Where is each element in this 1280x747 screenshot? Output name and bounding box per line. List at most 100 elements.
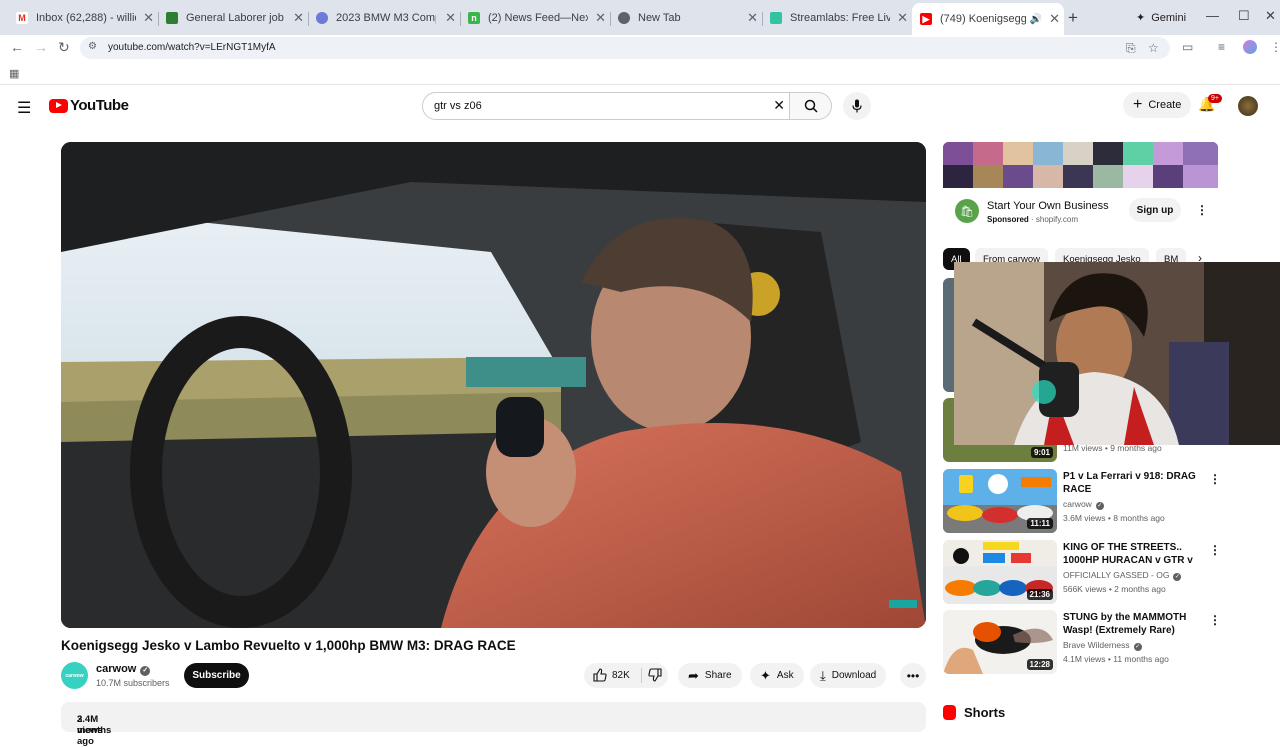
- browser-profile-icon[interactable]: [1243, 40, 1257, 54]
- rec-title[interactable]: KING OF THE STREETS.. 1000HP HURACAN v G…: [1063, 541, 1198, 567]
- plus-icon: +: [1133, 96, 1143, 113]
- ad-signup-button[interactable]: Sign up: [1129, 198, 1181, 222]
- ad-banner-image[interactable]: [943, 142, 1218, 188]
- reading-list-icon[interactable]: ≡: [1218, 40, 1225, 54]
- download-button[interactable]: ⤓ Download: [810, 663, 887, 688]
- close-icon[interactable]: ✕: [747, 10, 758, 26]
- browser-tab-youtube[interactable]: ▶ (749) Koenigsegg Jesko 🔊 ✕: [912, 3, 1064, 35]
- close-icon[interactable]: ✕: [1049, 11, 1060, 27]
- duration-badge: 12:28: [1026, 659, 1053, 670]
- speaker-icon[interactable]: 🔊: [1030, 14, 1042, 25]
- like-count: 82K: [612, 670, 630, 681]
- rec-channel[interactable]: carwow ✓: [1063, 499, 1104, 510]
- gemini-icon: ✦: [1136, 12, 1146, 24]
- rec-meta: 566K views • 2 months ago: [1063, 584, 1166, 594]
- sparkle-icon: ✦: [760, 667, 771, 683]
- ad-card[interactable]: 🛍 Start Your Own Business Sponsored · sh…: [943, 188, 1218, 235]
- account-avatar[interactable]: [1238, 96, 1258, 116]
- site-info-icon[interactable]: ⚙: [88, 41, 100, 53]
- dislike-button[interactable]: [648, 668, 662, 685]
- list-item[interactable]: 12:28 STUNG by the MAMMOTH Wasp! (Extrem…: [943, 610, 1221, 674]
- subscriber-count: 10.7M subscribers: [96, 678, 170, 688]
- browser-tab-streamlabs[interactable]: Streamlabs: Free Live Stream ✕: [762, 6, 912, 30]
- rec-channel[interactable]: Brave Wilderness ✓: [1063, 640, 1142, 651]
- more-actions-button[interactable]: •••: [900, 663, 926, 688]
- youtube-logo[interactable]: YouTube: [49, 97, 129, 114]
- browser-menu-icon[interactable]: ⋮: [1270, 40, 1280, 54]
- close-icon[interactable]: ✕: [143, 10, 154, 26]
- share-icon: ➦: [688, 667, 699, 683]
- apps-grid-icon[interactable]: ▦: [9, 67, 19, 80]
- verified-icon: ✓: [1173, 573, 1182, 581]
- thumbs-up-icon: [593, 668, 607, 682]
- create-label: Create: [1148, 99, 1182, 111]
- voice-search-button[interactable]: [843, 92, 871, 120]
- view-count: 3.4M views 2 months ago: [77, 714, 112, 747]
- menu-icon[interactable]: ☰: [17, 98, 31, 118]
- browser-tab-bmw[interactable]: 2023 BMW M3 Competition ✕: [308, 6, 460, 30]
- shopify-logo-icon: 🛍: [955, 199, 979, 223]
- install-icon[interactable]: ⎘: [1126, 41, 1136, 56]
- browser-toolbar: ← → ↻ ⚙ youtube.com/watch?v=LErNGT1MyfA …: [0, 35, 1280, 61]
- url-text: youtube.com/watch?v=LErNGT1MyfA: [108, 42, 276, 53]
- ad-menu-icon[interactable]: ⋮: [1196, 203, 1208, 217]
- list-item[interactable]: 11:11 P1 v La Ferrari v 918: DRAG RACE c…: [943, 469, 1221, 533]
- tab-label: (2) News Feed—Nextdoor: [488, 12, 588, 24]
- description-box[interactable]: 3.4M views 2 months ago: [61, 702, 926, 747]
- cast-icon[interactable]: ▭: [1182, 40, 1193, 54]
- clear-search-icon[interactable]: ✕: [773, 97, 785, 114]
- share-button[interactable]: ➦ Share: [678, 663, 742, 688]
- rec-meta: 4.1M views • 11 months ago: [1063, 654, 1169, 664]
- close-icon[interactable]: ✕: [293, 10, 304, 26]
- bookmark-star-icon[interactable]: ☆: [1148, 41, 1159, 55]
- ad-collage: [943, 142, 1218, 188]
- reload-icon[interactable]: ↻: [58, 39, 70, 56]
- like-button[interactable]: [593, 668, 607, 685]
- sponsored-label: Sponsored: [987, 215, 1029, 224]
- address-bar[interactable]: ⚙ youtube.com/watch?v=LErNGT1MyfA ⎘ ☆: [80, 37, 1170, 59]
- rec-title[interactable]: STUNG by the MAMMOTH Wasp! (Extremely Ra…: [1063, 611, 1198, 637]
- channel-name-text: carwow: [96, 663, 137, 675]
- youtube-icon: ▶: [920, 13, 932, 25]
- thumbs-down-icon: [648, 668, 662, 682]
- subscribe-button[interactable]: Subscribe: [184, 663, 249, 688]
- close-icon[interactable]: ✕: [445, 10, 456, 26]
- window-close-icon[interactable]: ✕: [1265, 8, 1276, 24]
- video-frame: [61, 142, 926, 628]
- rec-title[interactable]: P1 v La Ferrari v 918: DRAG RACE: [1063, 470, 1198, 496]
- browser-tab-gmail[interactable]: M Inbox (62,288) - williefrankli ✕: [8, 6, 158, 30]
- rec-menu-icon[interactable]: ⋮: [1209, 472, 1221, 486]
- ad-domain: shopify.com: [1035, 215, 1078, 224]
- youtube-masthead: ☰ YouTube gtr vs z06 ✕ + Create 🔔 9+: [0, 86, 1280, 126]
- gemini-label: Gemini: [1151, 11, 1187, 24]
- video-player[interactable]: [61, 142, 926, 628]
- channel-avatar[interactable]: carwow: [61, 662, 88, 689]
- maximize-icon[interactable]: ☐: [1238, 8, 1250, 24]
- rec-menu-icon[interactable]: ⋮: [1209, 543, 1221, 557]
- minimize-icon[interactable]: —: [1206, 8, 1219, 23]
- tab-label: New Tab: [638, 12, 681, 24]
- ask-button[interactable]: ✦ Ask: [750, 663, 804, 688]
- tab-label: Streamlabs: Free Live Stream: [790, 12, 890, 24]
- search-button[interactable]: [790, 92, 832, 120]
- create-button[interactable]: + Create: [1123, 92, 1192, 118]
- shorts-label: Shorts: [964, 705, 1006, 720]
- new-tab-button[interactable]: +: [1068, 8, 1078, 28]
- search-input[interactable]: gtr vs z06 ✕: [422, 92, 790, 120]
- channel-name[interactable]: carwow ✓: [96, 663, 151, 676]
- back-icon[interactable]: ←: [10, 39, 24, 55]
- forward-icon[interactable]: →: [34, 39, 48, 55]
- notification-badge: 9+: [1208, 94, 1222, 103]
- rec-channel[interactable]: OFFICIALLY GASSED - OG ✓: [1063, 570, 1182, 581]
- close-icon[interactable]: ✕: [897, 10, 908, 26]
- gemini-button[interactable]: ✦ Gemini: [1128, 6, 1194, 29]
- rec-menu-icon[interactable]: ⋮: [1209, 613, 1221, 627]
- notifications-button[interactable]: 🔔 9+: [1198, 94, 1222, 113]
- browser-tab-job[interactable]: General Laborer job in Green ✕: [158, 6, 308, 30]
- duration-badge: 9:01: [1030, 447, 1053, 458]
- browser-tab-newtab[interactable]: New Tab ✕: [610, 6, 762, 30]
- logo-text: YouTube: [70, 97, 129, 114]
- browser-tab-nextdoor[interactable]: n (2) News Feed—Nextdoor ✕: [460, 6, 610, 30]
- close-icon[interactable]: ✕: [595, 10, 606, 26]
- list-item[interactable]: 21:36 KING OF THE STREETS.. 1000HP HURAC…: [943, 540, 1221, 604]
